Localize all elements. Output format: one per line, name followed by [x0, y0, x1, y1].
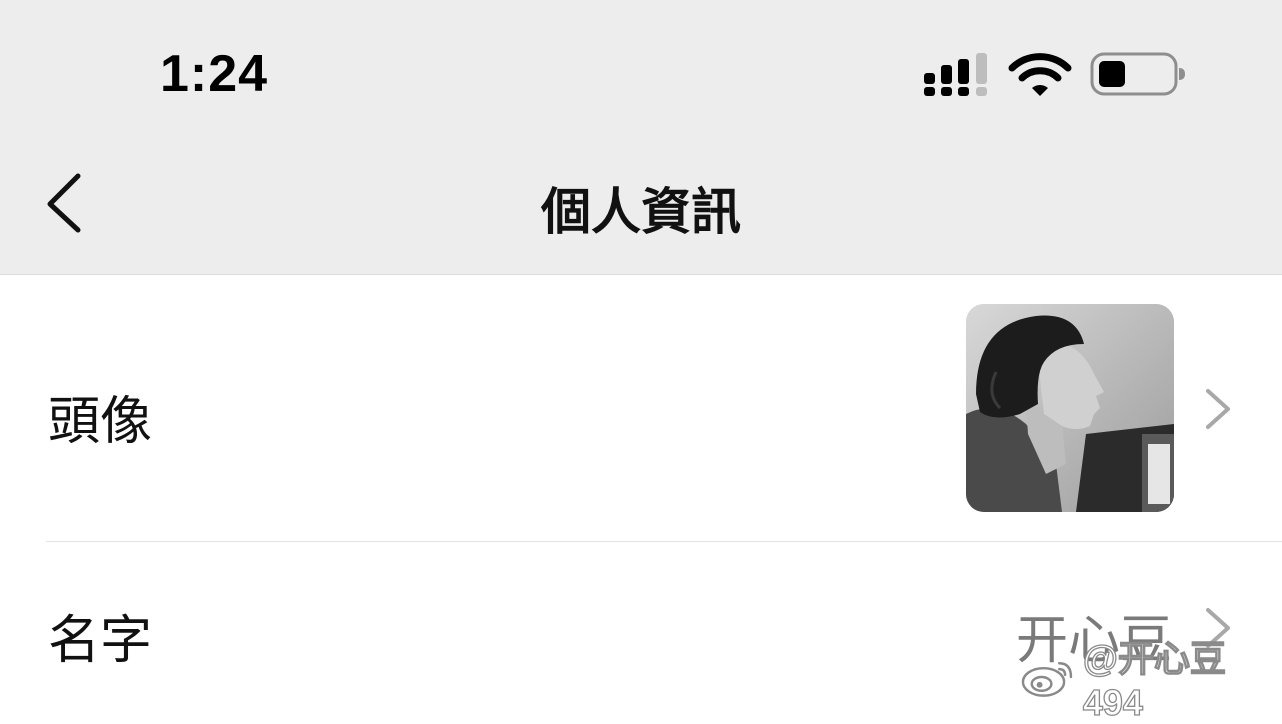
avatar-image: [966, 304, 1174, 512]
weibo-logo-icon: [1021, 662, 1073, 697]
cellular-signal-icon: [924, 53, 987, 96]
wifi-icon: [1008, 53, 1072, 96]
avatar-row[interactable]: 頭像: [0, 275, 1282, 541]
name-label: 名字: [48, 611, 153, 671]
status-icons: [920, 48, 1190, 100]
watermark: @开心豆494: [1020, 637, 1282, 724]
status-time: 1:24: [160, 45, 269, 103]
avatar-label: 頭像: [48, 392, 153, 452]
avatar[interactable]: [966, 304, 1174, 512]
watermark-text: @开心豆494: [1082, 637, 1226, 723]
header: 1:24 個人資訊: [0, 0, 1282, 275]
chevron-right-icon: [1206, 389, 1230, 429]
battery-icon: [1090, 52, 1185, 96]
page-title: 個人資訊: [541, 183, 741, 241]
